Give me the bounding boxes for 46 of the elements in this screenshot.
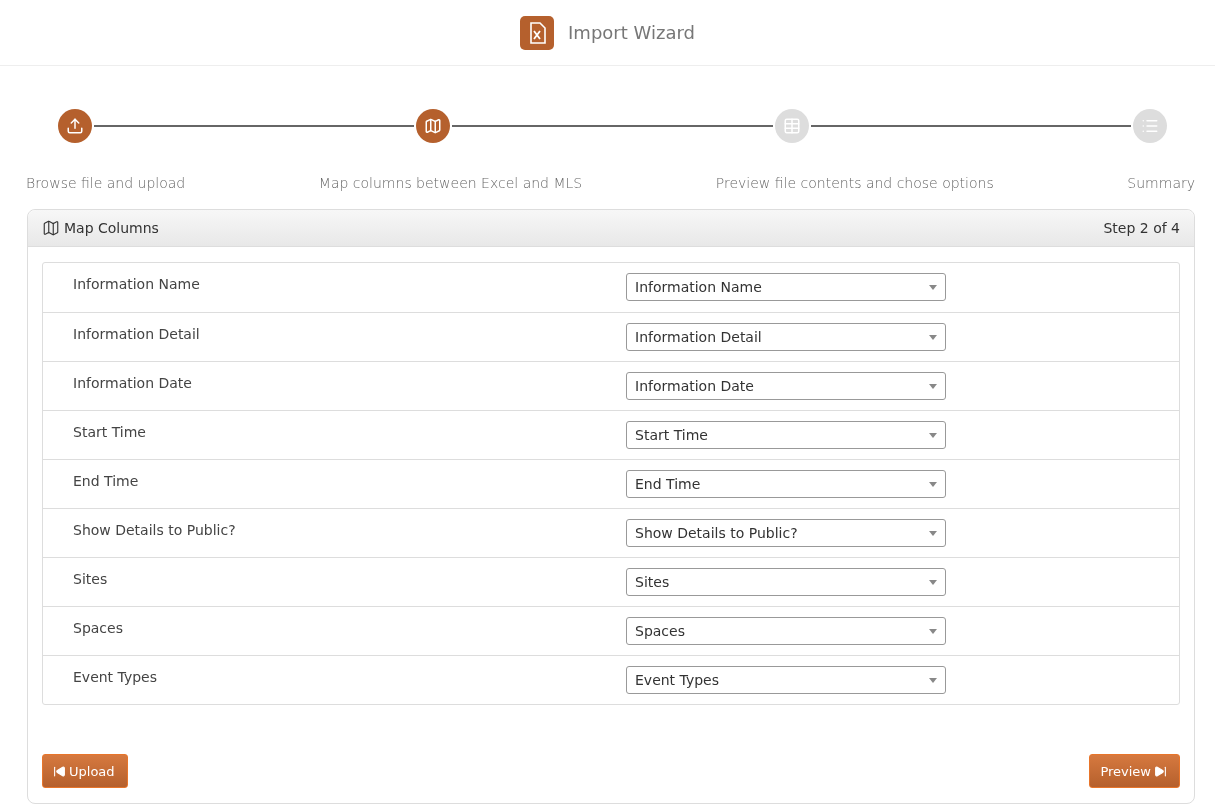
upload-icon	[66, 117, 84, 135]
caret-icon	[929, 579, 937, 585]
map-icon	[42, 219, 60, 237]
skip-forward-icon	[1154, 764, 1167, 778]
column-label: Spaces	[73, 619, 124, 636]
column-label: Information Detail	[73, 325, 201, 342]
step-circle[interactable]	[416, 109, 451, 143]
column-label: Information Name	[73, 275, 201, 292]
wizard-title: Import Wizard	[568, 22, 695, 43]
upload-button[interactable]: Upload	[42, 754, 128, 788]
column-select[interactable]: Information Name	[626, 273, 946, 301]
column-select[interactable]: Start Time	[626, 421, 946, 449]
step-label: Preview file contents and chose options	[715, 175, 994, 191]
list-icon	[1141, 117, 1159, 135]
column-label: Start Time	[73, 423, 147, 440]
step-label: Map columns between Excel and MLS	[318, 175, 583, 191]
caret-icon	[929, 432, 937, 438]
column-label: Sites	[73, 570, 109, 587]
column-select[interactable]: Event Types	[626, 666, 946, 694]
column-select[interactable]: Information Detail	[626, 323, 946, 351]
caret-icon	[929, 628, 937, 634]
preview-button[interactable]: Preview	[1089, 754, 1180, 788]
caret-icon	[929, 284, 937, 290]
column-select[interactable]: Show Details to Public?	[626, 519, 946, 547]
caret-icon	[929, 677, 937, 683]
column-select[interactable]: End Time	[626, 470, 946, 498]
column-label: Information Date	[73, 374, 193, 391]
caret-icon	[929, 383, 937, 389]
panel-title: Map Columns	[64, 220, 159, 236]
skip-back-icon	[53, 764, 66, 778]
column-select[interactable]: Spaces	[626, 617, 946, 645]
map-icon	[424, 117, 443, 135]
step-label: Summary	[1127, 175, 1195, 191]
column-select[interactable]: Information Date	[626, 372, 946, 400]
step-circle[interactable]	[58, 109, 92, 143]
table-icon	[782, 117, 801, 135]
column-label: Show Details to Public?	[73, 521, 237, 538]
column-label: Event Types	[73, 668, 158, 685]
step-indicator: Step 2 of 4	[1103, 220, 1180, 236]
caret-icon	[929, 481, 937, 487]
caret-icon	[929, 334, 937, 340]
column-label: End Time	[73, 472, 140, 489]
caret-icon	[929, 530, 937, 536]
column-select[interactable]: Sites	[626, 568, 946, 596]
spreadsheet-file-logo-icon	[520, 15, 555, 50]
step-label: Browse file and upload	[26, 175, 186, 191]
